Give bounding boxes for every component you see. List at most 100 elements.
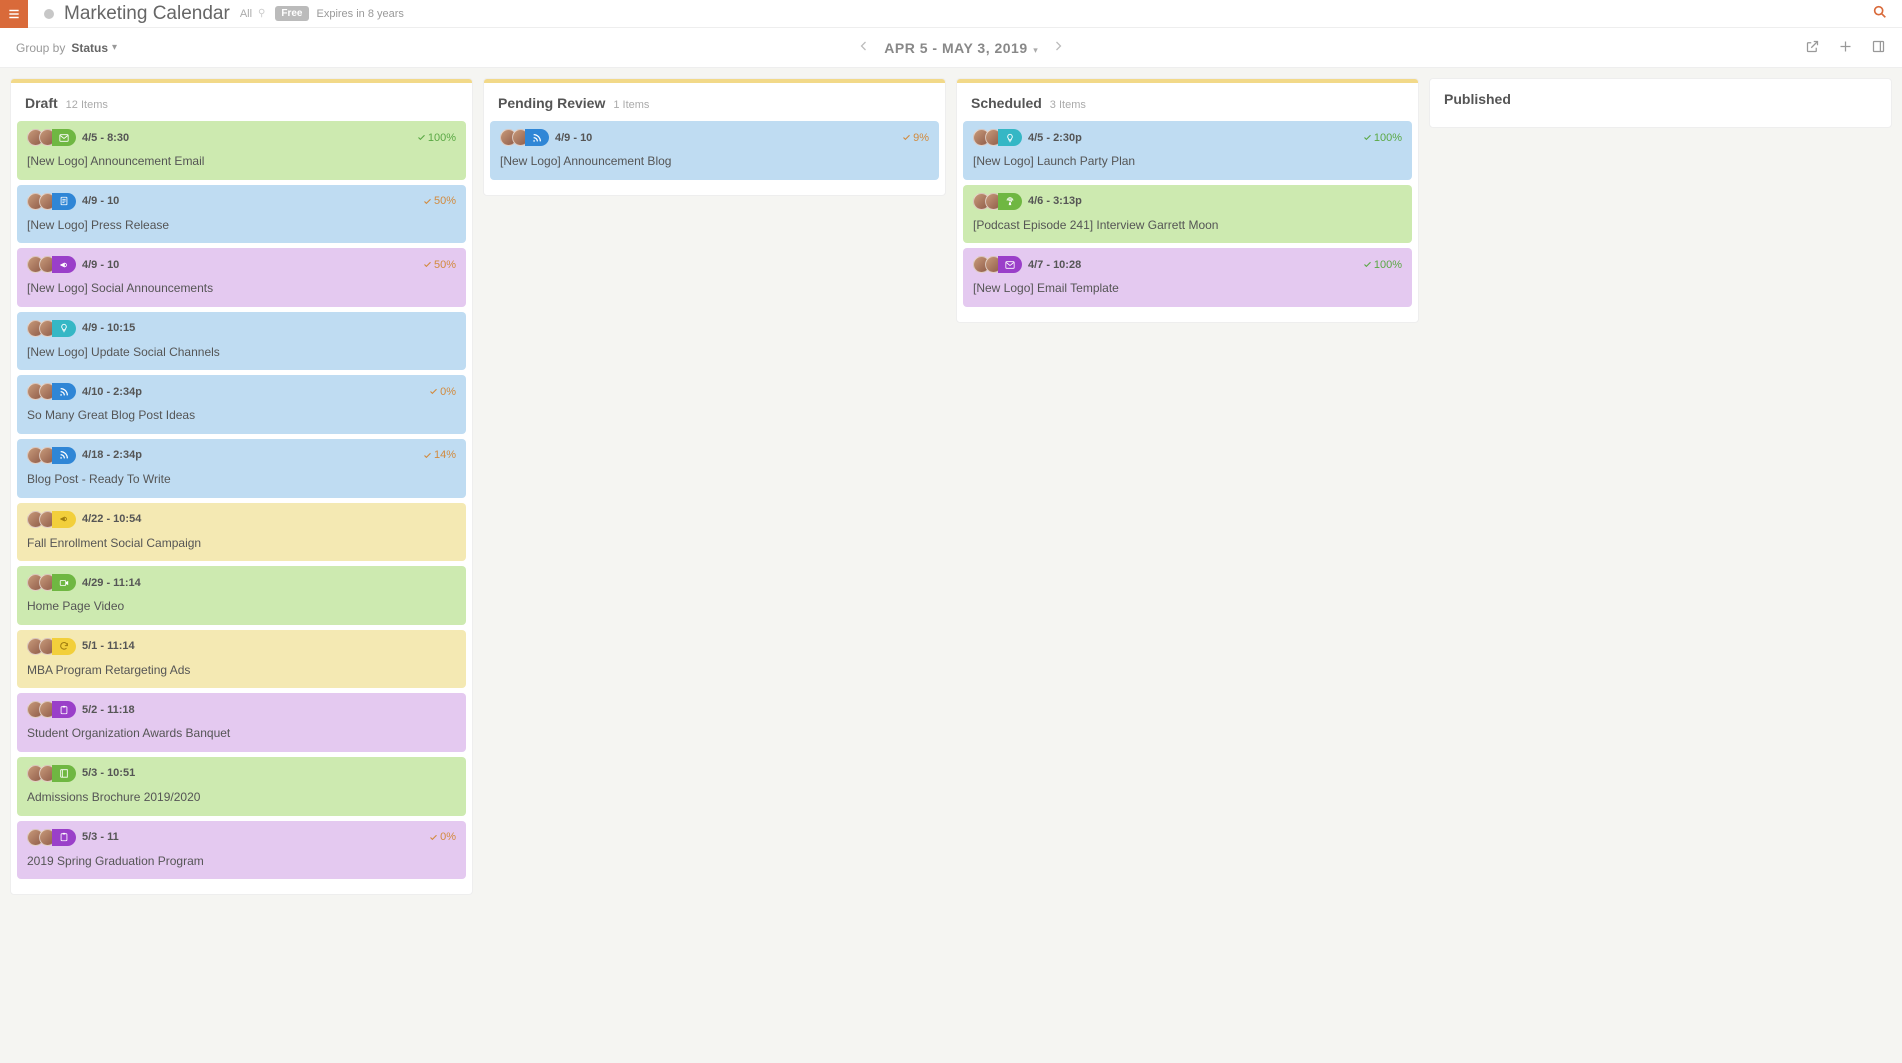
card-progress: 100% [417, 132, 456, 144]
card-header: 4/29 - 11:14 [27, 574, 456, 591]
card[interactable]: 4/9 - 10 50% [New Logo] Press Release [17, 185, 466, 244]
card-date: 4/6 - 3:13p [1028, 195, 1082, 207]
card-progress-value: 9% [913, 132, 929, 144]
card-progress-value: 50% [434, 259, 456, 271]
card-date: 4/9 - 10 [82, 195, 119, 207]
card-title: [New Logo] Social Announcements [27, 281, 456, 297]
card[interactable]: 5/1 - 11:14 MBA Program Retargeting Ads [17, 630, 466, 689]
menu-button[interactable] [0, 0, 28, 28]
card-progress-value: 100% [1374, 259, 1402, 271]
card-title: [New Logo] Press Release [27, 218, 456, 234]
board-column: Scheduled3 Items4/5 - 2:30p100%[New Logo… [956, 78, 1419, 323]
board-column: Published [1429, 78, 1892, 128]
card[interactable]: 4/18 - 2:34p 14% Blog Post - Ready To Writ… [17, 439, 466, 498]
card-date: 4/22 - 10:54 [82, 513, 141, 525]
card-title: [New Logo] Email Template [973, 281, 1402, 297]
card[interactable]: 4/9 - 10 9% [New Logo] Announcement Blog [490, 121, 939, 180]
mail-icon [52, 129, 76, 146]
card-date: 4/5 - 8:30 [82, 132, 129, 144]
card-progress-value: 0% [440, 386, 456, 398]
card-progress: 0% [429, 386, 456, 398]
card-header: 4/9 - 10 9% [500, 129, 929, 146]
panel-icon[interactable] [1871, 39, 1886, 57]
column-title: Pending Review [498, 95, 605, 111]
card-progress: 9% [902, 132, 929, 144]
date-range[interactable]: APR 5 - MAY 3, 2019 ▾ [884, 40, 1038, 56]
expires-label: Expires in 8 years [317, 8, 404, 20]
board-column: Draft12 Items 4/5 - 8:30 100% [New Logo] An… [10, 78, 473, 895]
card-header: 4/9 - 10 50% [27, 193, 456, 210]
column-title: Published [1444, 91, 1511, 107]
card-header: 4/18 - 2:34p 14% [27, 447, 456, 464]
card-date: 5/1 - 11:14 [82, 640, 135, 652]
card[interactable]: 4/5 - 8:30 100% [New Logo] Announcement Em… [17, 121, 466, 180]
card-header: 5/2 - 11:18 [27, 701, 456, 718]
date-range-label: APR 5 - MAY 3, 2019 [884, 40, 1027, 56]
search-icon[interactable] [1872, 4, 1888, 23]
card[interactable]: 5/2 - 11:18 Student Organization Awards B… [17, 693, 466, 752]
card[interactable]: 5/3 - 110%2019 Spring Graduation Program [17, 821, 466, 880]
column-title: Draft [25, 95, 58, 111]
card-title: MBA Program Retargeting Ads [27, 663, 456, 679]
card-header: 4/5 - 2:30p100% [973, 129, 1402, 146]
card-progress: 50% [423, 259, 456, 271]
card[interactable]: 4/6 - 3:13p [Podcast Episode 241] Intervi… [963, 185, 1412, 244]
column-body: 4/5 - 8:30 100% [New Logo] Announcement Em… [11, 121, 472, 894]
card-date: 4/9 - 10 [555, 132, 592, 144]
share-icon[interactable] [1805, 39, 1820, 57]
card-header: 4/5 - 8:30 100% [27, 129, 456, 146]
free-badge: Free [275, 6, 308, 21]
card[interactable]: 4/5 - 2:30p100% [New Logo] Launch Party P… [963, 121, 1412, 180]
card-title: [Podcast Episode 241] Interview Garrett … [973, 218, 1402, 234]
clip-icon [52, 701, 76, 718]
status-dot-icon [44, 9, 54, 19]
next-range-button[interactable] [1052, 40, 1064, 55]
card-header: 4/7 - 10:28 100% [973, 256, 1402, 273]
column-count: 1 Items [613, 99, 649, 111]
card-progress: 50% [423, 195, 456, 207]
card-title: [New Logo] Launch Party Plan [973, 154, 1402, 170]
horn-icon [52, 256, 76, 273]
card[interactable]: 4/9 - 10:15 [New Logo] Update Social Chan… [17, 312, 466, 371]
card[interactable]: 5/3 - 10:51 Admissions Brochure 2019/2020 [17, 757, 466, 816]
podcast-icon [998, 193, 1022, 210]
card-progress-value: 0% [440, 831, 456, 843]
column-header: Published [1430, 79, 1891, 117]
card[interactable]: 4/10 - 2:34p0%So Many Great Blog Post Id… [17, 375, 466, 434]
board: Draft12 Items 4/5 - 8:30 100% [New Logo] An… [0, 68, 1902, 905]
card-date: 5/3 - 10:51 [82, 767, 135, 779]
card[interactable]: 4/9 - 1050%[New Logo] Social Announcemen… [17, 248, 466, 307]
filter-all-label[interactable]: All [240, 8, 252, 20]
card[interactable]: 4/29 - 11:14 Home Page Video [17, 566, 466, 625]
card-title: Student Organization Awards Banquet [27, 726, 456, 742]
card-date: 4/9 - 10:15 [82, 322, 135, 334]
filter-icon[interactable]: ⚲ [258, 8, 265, 19]
prev-range-button[interactable] [858, 40, 870, 55]
card[interactable]: 4/22 - 10:54Fall Enrollment Social Campa… [17, 503, 466, 562]
card-title: [New Logo] Announcement Email [27, 154, 456, 170]
mail-icon [998, 256, 1022, 273]
card-date: 4/7 - 10:28 [1028, 259, 1081, 271]
book-icon [52, 765, 76, 782]
card-progress: 14% [423, 449, 456, 461]
groupby-value[interactable]: Status [71, 41, 108, 55]
card-date: 4/18 - 2:34p [82, 449, 142, 461]
card-progress-value: 50% [434, 195, 456, 207]
card-title: Home Page Video [27, 599, 456, 615]
card-title: [New Logo] Announcement Blog [500, 154, 929, 170]
column-header: Draft12 Items [11, 83, 472, 121]
add-button[interactable] [1838, 39, 1853, 57]
board-column: Pending Review 1 Items 4/9 - 10 9% [New Logo… [483, 78, 946, 196]
doc-icon [52, 193, 76, 210]
card-header: 4/6 - 3:13p [973, 193, 1402, 210]
card-title: [New Logo] Update Social Channels [27, 345, 456, 361]
card-progress: 100% [1363, 259, 1402, 271]
refresh-icon [52, 638, 76, 655]
card[interactable]: 4/7 - 10:28 100% [New Logo] Email Template [963, 248, 1412, 307]
card-progress-value: 14% [434, 449, 456, 461]
card-date: 4/29 - 11:14 [82, 577, 141, 589]
card-title: Blog Post - Ready To Write [27, 472, 456, 488]
card-title: So Many Great Blog Post Ideas [27, 408, 456, 424]
card-title: Admissions Brochure 2019/2020 [27, 790, 456, 806]
card-header: 5/3 - 10:51 [27, 765, 456, 782]
